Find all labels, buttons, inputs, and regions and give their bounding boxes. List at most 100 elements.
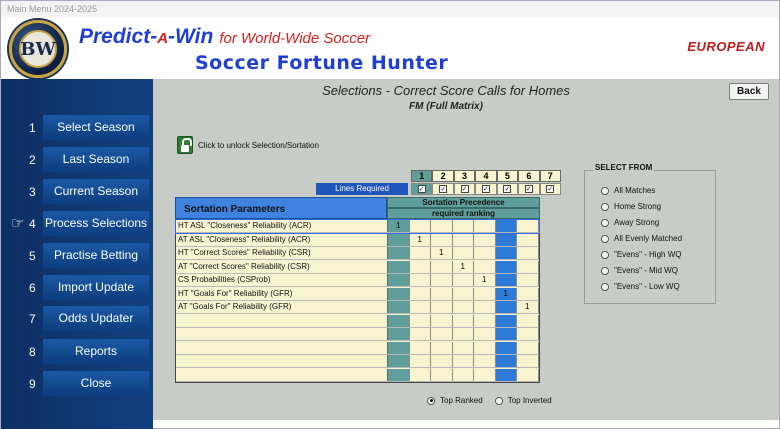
rank-cell[interactable] [410, 355, 431, 368]
rank-cell[interactable] [453, 220, 474, 233]
line-checkbox[interactable]: ✓ [439, 185, 448, 193]
rank-cell[interactable] [474, 341, 496, 354]
rank-cell[interactable] [474, 287, 496, 300]
rank-cell[interactable] [495, 341, 517, 354]
rank-cell[interactable] [431, 368, 453, 381]
last-season-button[interactable]: Last Season [43, 147, 149, 172]
rank-cell[interactable] [474, 260, 496, 273]
rank-cell[interactable] [388, 274, 410, 287]
table-row[interactable] [176, 328, 539, 342]
rank-cell[interactable] [517, 314, 539, 327]
line-checkbox[interactable]: ✓ [503, 185, 512, 193]
rank-cell[interactable] [388, 301, 410, 314]
rank-cell[interactable] [517, 247, 539, 260]
select-from-option[interactable]: "Evens" - High WQ [601, 250, 681, 259]
rank-cell[interactable] [495, 274, 517, 287]
line-checkbox[interactable]: ✓ [481, 185, 490, 193]
rank-cell[interactable] [453, 233, 474, 246]
radio-button[interactable] [427, 396, 435, 405]
rank-cell[interactable] [495, 301, 517, 314]
select-from-option[interactable]: "Evens" - Mid WQ [601, 266, 678, 275]
rank-cell[interactable] [453, 301, 474, 314]
rank-cell[interactable]: 1 [431, 247, 453, 260]
rank-cell[interactable] [431, 287, 453, 300]
rank-cell[interactable] [517, 341, 539, 354]
rank-cell[interactable] [474, 368, 496, 381]
rank-cell[interactable] [410, 328, 431, 341]
rank-cell[interactable]: 1 [388, 220, 410, 233]
process-selections-button[interactable]: Process Selections [43, 211, 149, 236]
line-checkbox[interactable]: ✓ [460, 185, 469, 193]
rank-cell[interactable] [474, 314, 496, 327]
rank-cell[interactable] [388, 355, 410, 368]
rank-cell[interactable] [495, 260, 517, 273]
reports-button[interactable]: Reports [43, 339, 149, 364]
table-row[interactable] [176, 341, 539, 355]
select-from-option[interactable]: Home Strong [601, 202, 661, 211]
rank-cell[interactable] [474, 301, 496, 314]
rank-cell[interactable] [453, 314, 474, 327]
rank-cell[interactable] [474, 355, 496, 368]
rank-cell[interactable] [453, 274, 474, 287]
rank-cell[interactable] [453, 341, 474, 354]
radio-button[interactable] [601, 202, 609, 211]
rank-cell[interactable] [517, 368, 539, 381]
rank-cell[interactable] [431, 341, 453, 354]
rank-cell[interactable]: 1 [453, 260, 474, 273]
line-checkbox[interactable]: ✓ [417, 185, 426, 193]
rank-cell[interactable] [453, 328, 474, 341]
table-row[interactable]: CS Probabilities (CSProb) 1 [176, 274, 539, 288]
radio-button[interactable] [601, 234, 609, 243]
rank-cell[interactable] [495, 247, 517, 260]
rank-cell[interactable] [495, 355, 517, 368]
rank-cell[interactable]: 1 [474, 274, 496, 287]
select-from-option[interactable]: Away Strong [601, 218, 659, 227]
rank-cell[interactable] [388, 260, 410, 273]
rank-cell[interactable] [495, 368, 517, 381]
table-row[interactable]: HT "Goals For" Reliability (GFR) 1 [176, 287, 539, 301]
rank-cell[interactable] [495, 220, 517, 233]
lock-icon[interactable] [177, 136, 193, 154]
rank-cell[interactable] [431, 220, 453, 233]
radio-button[interactable] [601, 218, 609, 227]
select-season-button[interactable]: Select Season [43, 115, 149, 140]
radio-button[interactable] [601, 250, 609, 259]
select-from-option[interactable]: "Evens" - Low WQ [601, 282, 680, 291]
rank-cell[interactable] [431, 355, 453, 368]
rank-cell[interactable] [410, 368, 431, 381]
rank-cell[interactable] [517, 287, 539, 300]
line-checkbox[interactable]: ✓ [546, 185, 555, 193]
rank-cell[interactable] [517, 274, 539, 287]
radio-button[interactable] [601, 266, 609, 275]
rank-cell[interactable] [453, 247, 474, 260]
rank-cell[interactable] [410, 314, 431, 327]
rank-cell[interactable] [431, 233, 453, 246]
table-row[interactable]: HT "Correct Scores" Reliability (CSR) 1 [176, 247, 539, 261]
select-from-option[interactable]: All Matches [601, 186, 655, 195]
rank-cell[interactable] [474, 247, 496, 260]
table-row[interactable]: AT "Correct Scores" Reliability (CSR) 1 [176, 260, 539, 274]
rank-cell[interactable] [388, 328, 410, 341]
rank-cell[interactable] [517, 328, 539, 341]
table-row[interactable] [176, 355, 539, 369]
import-update-button[interactable]: Import Update [43, 275, 149, 300]
current-season-button[interactable]: Current Season [43, 179, 149, 204]
radio-button[interactable] [601, 282, 609, 291]
select-from-option[interactable]: All Evenly Matched [601, 234, 682, 243]
rank-cell[interactable] [388, 287, 410, 300]
rank-cell[interactable] [495, 328, 517, 341]
rank-cell[interactable] [453, 368, 474, 381]
table-row[interactable]: AT ASL "Closeness" Reliability (ACR) 1 [176, 233, 539, 247]
rank-cell[interactable] [410, 287, 431, 300]
rank-cell[interactable] [410, 220, 431, 233]
rank-cell[interactable] [388, 368, 410, 381]
rank-cell[interactable]: 1 [410, 233, 431, 246]
rank-cell[interactable] [388, 233, 410, 246]
rank-cell[interactable] [517, 260, 539, 273]
back-button[interactable]: Back [729, 83, 769, 100]
table-row[interactable]: AT "Goals For" Reliability (GFR) 1 [176, 301, 539, 315]
rank-cell[interactable] [410, 260, 431, 273]
rank-cell[interactable]: 1 [517, 301, 539, 314]
rank-cell[interactable] [410, 247, 431, 260]
rank-cell[interactable] [517, 233, 539, 246]
